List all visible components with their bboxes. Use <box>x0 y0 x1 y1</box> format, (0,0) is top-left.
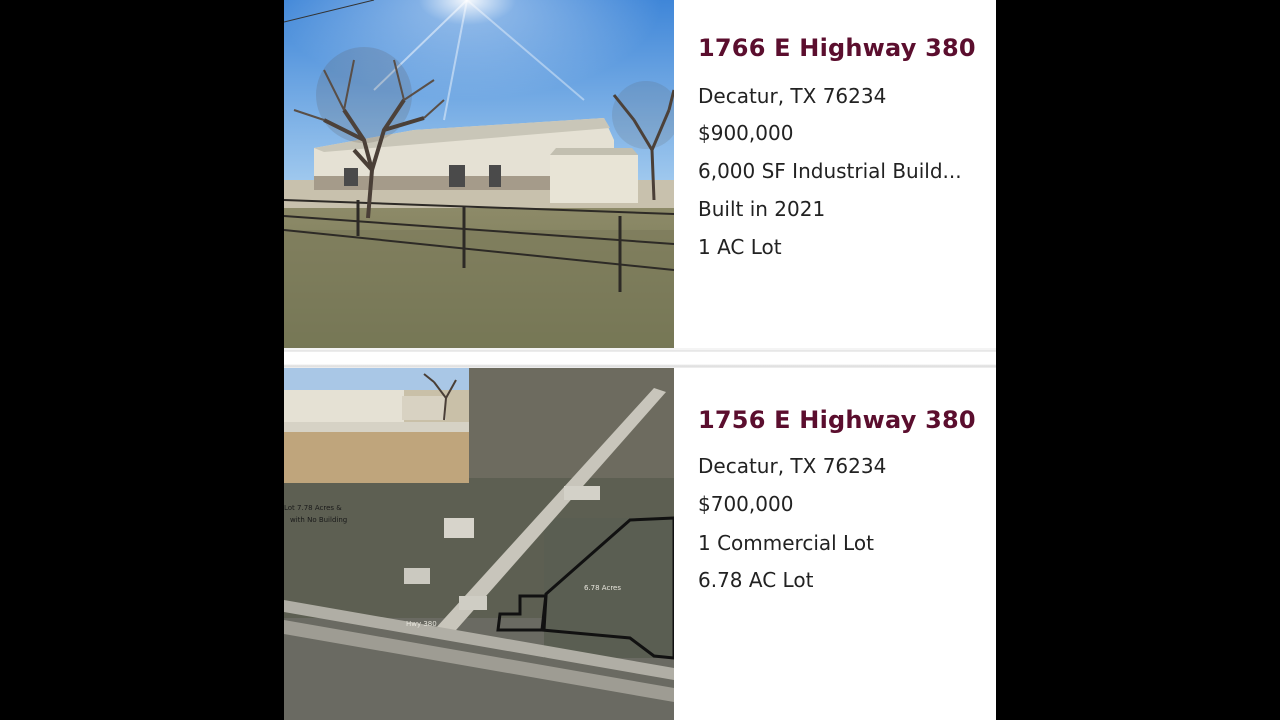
map-label: 6.78 Acres <box>584 584 621 592</box>
listing-city: Decatur, TX 76234 <box>698 454 887 478</box>
listing-card[interactable]: 1766 E Highway 380 Decatur, TX 76234 $90… <box>284 0 996 348</box>
building-photo-icon <box>284 0 674 348</box>
listing-address[interactable]: 1756 E Highway 380 <box>698 406 976 434</box>
listing-detail-lot: 6.78 AC Lot <box>698 568 814 592</box>
card-divider <box>284 348 996 368</box>
listing-address[interactable]: 1766 E Highway 380 <box>698 34 976 62</box>
listing-detail-building: 6,000 SF Industrial Build... <box>698 159 962 183</box>
property-photo[interactable]: 6.78 Acres Hwy 380 Lot 7.78 Acres & with… <box>284 368 674 720</box>
aerial-map-icon: 6.78 Acres Hwy 380 Lot 7.78 Acres & with… <box>284 368 674 720</box>
listing-detail-lot: 1 AC Lot <box>698 235 782 259</box>
map-label: Hwy 380 <box>406 620 437 628</box>
listing-price: $900,000 <box>698 121 794 145</box>
listing-card[interactable]: 6.78 Acres Hwy 380 Lot 7.78 Acres & with… <box>284 368 996 720</box>
listing-city: Decatur, TX 76234 <box>698 84 887 108</box>
property-photo[interactable] <box>284 0 674 348</box>
map-label: Lot 7.78 Acres & <box>284 504 342 512</box>
listing-panel: 1766 E Highway 380 Decatur, TX 76234 $90… <box>284 0 996 720</box>
map-label: with No Building <box>290 516 347 524</box>
listing-detail-built: Built in 2021 <box>698 197 826 221</box>
listing-price: $700,000 <box>698 492 794 516</box>
listing-detail-lot-type: 1 Commercial Lot <box>698 531 874 555</box>
